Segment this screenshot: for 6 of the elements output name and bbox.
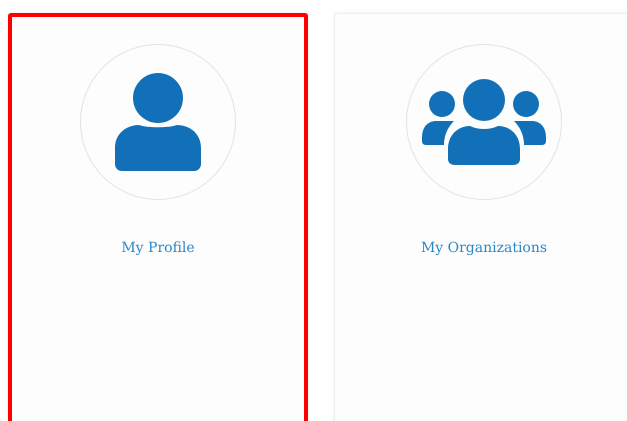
group-icon (422, 79, 546, 165)
person-icon (115, 73, 201, 171)
card-title: My Profile (121, 240, 195, 256)
card-title: My Organizations (420, 240, 548, 256)
profile-card[interactable]: My Organizations (334, 13, 627, 421)
profile-card[interactable]: My Profile (8, 13, 308, 421)
